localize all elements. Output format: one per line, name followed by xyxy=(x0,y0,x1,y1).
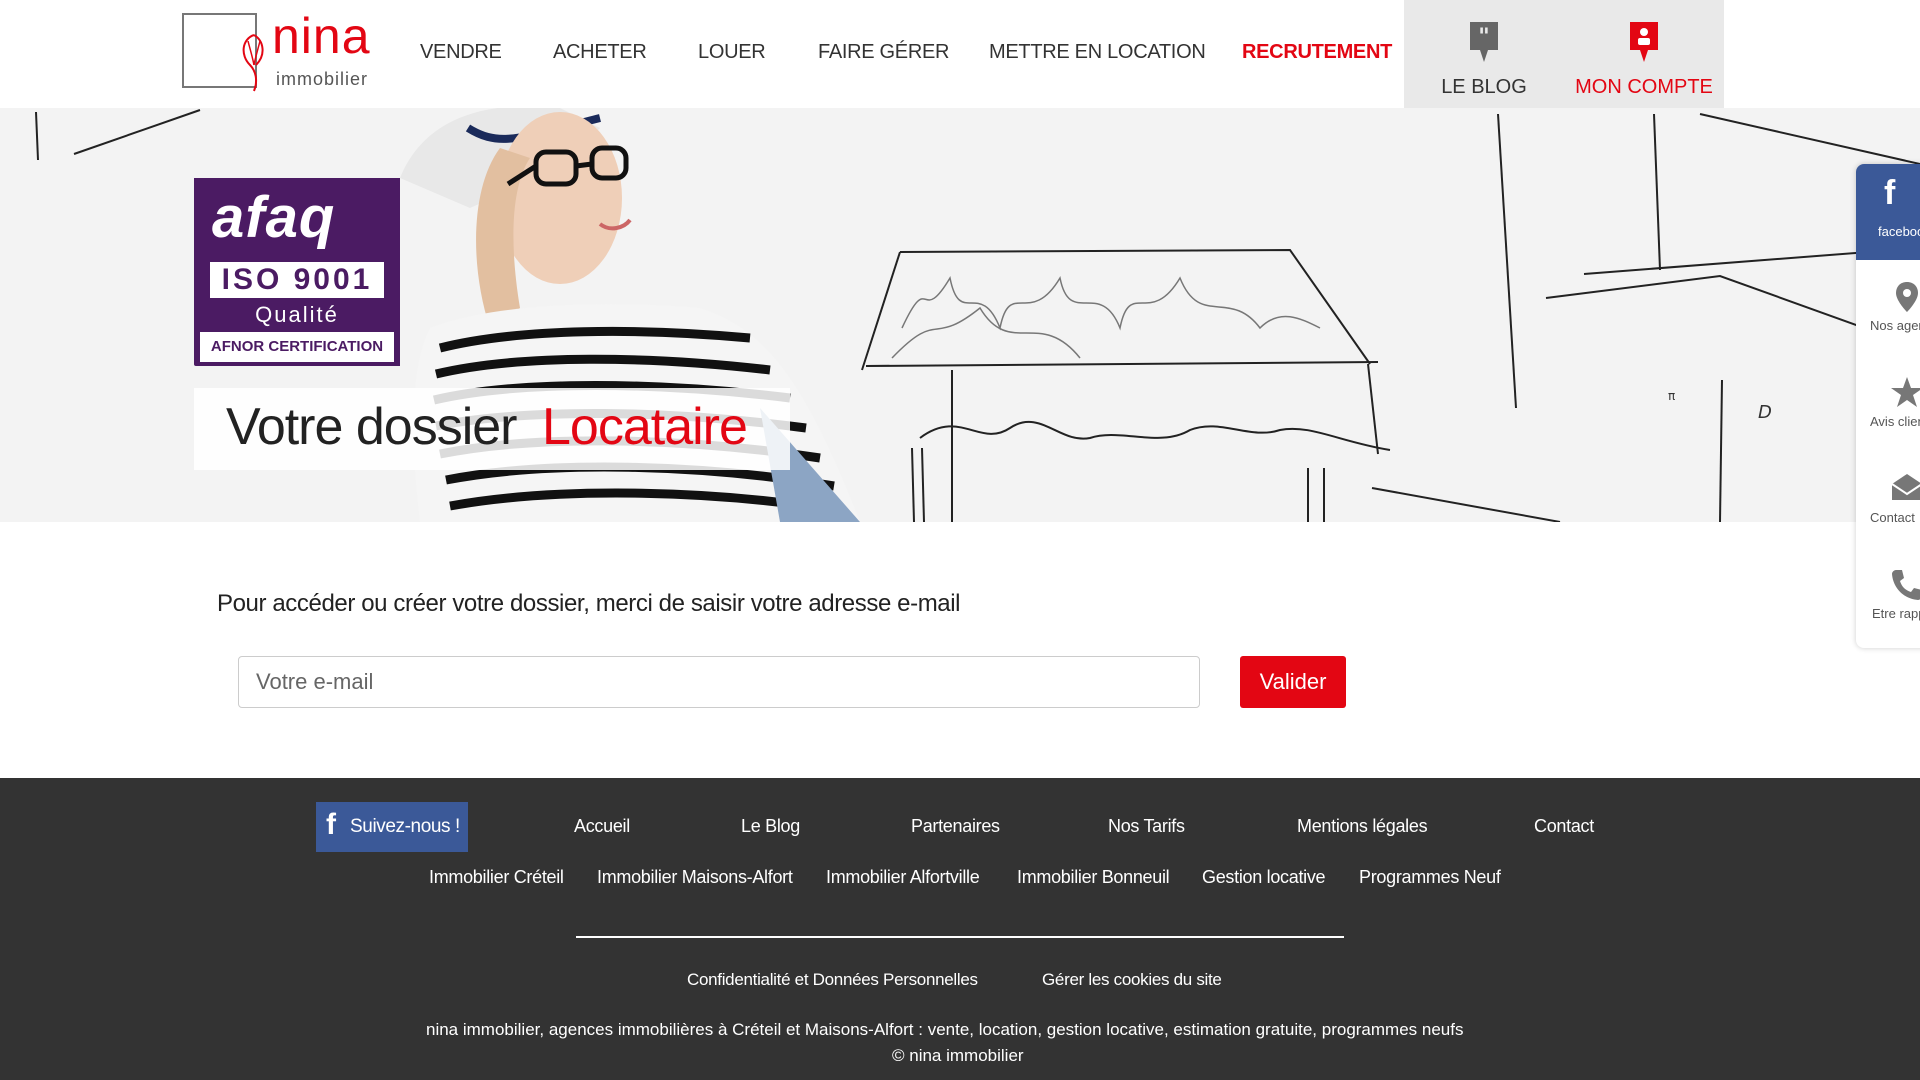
page-title-part2: Locataire xyxy=(542,398,748,456)
footer-link-privacy[interactable]: Confidentialité et Données Personnelles xyxy=(687,970,978,990)
footer-copyright: © nina immobilier xyxy=(892,1046,1024,1065)
facebook-icon: f xyxy=(326,808,336,841)
form-instruction: Pour accéder ou créer votre dossier, mer… xyxy=(217,590,961,617)
follow-label: Suivez-nous ! xyxy=(350,816,460,837)
logo-name: nina xyxy=(272,8,371,64)
nav-acheter[interactable]: ACHETER xyxy=(553,41,647,64)
footer-link-accueil[interactable]: Accueil xyxy=(574,816,630,837)
afaq-iso-badge: afaq ISO 9001 Qualité AFNOR CERTIFICATIO… xyxy=(194,178,400,366)
footer-link-contact[interactable]: Contact xyxy=(1534,816,1594,837)
account-label: MON COMPTE xyxy=(1575,76,1713,98)
svg-text:D: D xyxy=(1758,402,1772,423)
phone-icon xyxy=(1892,570,1920,600)
footer-divider xyxy=(576,936,1344,938)
map-pin-icon xyxy=(1896,282,1918,312)
quote-bubble-icon: " xyxy=(1470,22,1498,62)
sidebar-facebook[interactable]: f facebook xyxy=(1856,164,1920,260)
submit-button[interactable]: Valider xyxy=(1240,656,1346,708)
facebook-icon: f xyxy=(1884,174,1896,212)
footer-link-programmes-neuf[interactable]: Programmes Neuf xyxy=(1359,867,1501,888)
follow-facebook-button[interactable]: f Suivez-nous ! xyxy=(316,802,468,852)
page-title: Votre dossier Locataire xyxy=(194,388,790,470)
sidebar-contact[interactable]: Contact xyxy=(1856,452,1920,548)
nina-logo[interactable]: nina immobilier xyxy=(182,8,382,92)
nav-faire-gerer[interactable]: FAIRE GÉRER xyxy=(818,41,949,64)
account-button[interactable]: MON COMPTE xyxy=(1564,0,1724,108)
footer-link-bonneuil[interactable]: Immobilier Bonneuil xyxy=(1017,867,1170,888)
badge-qualite-text: Qualité xyxy=(255,302,339,327)
sidebar-avis-label: Avis clients xyxy=(1870,414,1920,429)
email-input[interactable] xyxy=(238,656,1200,708)
svg-text:": " xyxy=(1478,25,1489,50)
tulip-icon xyxy=(242,34,264,92)
footer-link-mentions[interactable]: Mentions légales xyxy=(1297,816,1428,837)
page-title-part1: Votre dossier xyxy=(226,398,517,456)
sidebar-rappel-label: Etre rappelé xyxy=(1872,606,1920,621)
site-footer: f Suivez-nous ! Accueil Le Blog Partenai… xyxy=(0,778,1920,1080)
sidebar-contact-label: Contact xyxy=(1870,510,1915,525)
footer-link-maisons-alfort[interactable]: Immobilier Maisons-Alfort xyxy=(597,867,793,888)
footer-link-alfortville[interactable]: Immobilier Alfortville xyxy=(826,867,980,888)
sidebar-rappel[interactable]: Etre rappelé xyxy=(1856,548,1920,644)
user-pin-icon xyxy=(1630,22,1658,62)
footer-link-partenaires[interactable]: Partenaires xyxy=(911,816,1000,837)
star-icon xyxy=(1891,377,1920,407)
footer-link-tarifs[interactable]: Nos Tarifs xyxy=(1108,816,1185,837)
footer-link-cookies[interactable]: Gérer les cookies du site xyxy=(1042,970,1222,990)
nav-recrutement[interactable]: RECRUTEMENT xyxy=(1242,41,1392,64)
sidebar-avis[interactable]: Avis clients xyxy=(1856,356,1920,452)
header-actions: " LE BLOG MON COMPTE xyxy=(1404,0,1724,108)
hero-banner: D π afaq ISO 9001 Qualité AFNOR CERTIFIC… xyxy=(0,108,1920,522)
svg-text:π: π xyxy=(1668,389,1675,403)
badge-afnor-text: AFNOR CERTIFICATION xyxy=(200,332,394,362)
sidebar-agences-label: Nos agences xyxy=(1870,318,1920,333)
footer-description: nina immobilier, agences immobilières à … xyxy=(426,1020,1464,1039)
logo-subtitle: immobilier xyxy=(276,69,369,89)
nav-vendre[interactable]: VENDRE xyxy=(420,41,502,64)
envelope-icon xyxy=(1891,474,1920,500)
footer-link-gestion-locative[interactable]: Gestion locative xyxy=(1202,867,1326,888)
badge-afaq-text: afaq xyxy=(212,185,336,250)
footer-link-creteil[interactable]: Immobilier Créteil xyxy=(429,867,564,888)
sidebar-facebook-label: facebook xyxy=(1878,224,1920,239)
site-header: nina immobilier VENDRE ACHETER LOUER FAI… xyxy=(0,0,1920,108)
nav-mettre-en-location[interactable]: METTRE EN LOCATION xyxy=(989,41,1206,64)
social-sidebar: f facebook Nos agences Avis clients Cont… xyxy=(1856,164,1920,648)
sidebar-agences[interactable]: Nos agences xyxy=(1856,260,1920,356)
badge-iso-text: ISO 9001 xyxy=(210,262,384,298)
footer-link-blog[interactable]: Le Blog xyxy=(741,816,800,837)
blog-label: LE BLOG xyxy=(1441,76,1527,98)
blog-button[interactable]: " LE BLOG xyxy=(1404,0,1564,108)
nav-louer[interactable]: LOUER xyxy=(698,41,766,64)
